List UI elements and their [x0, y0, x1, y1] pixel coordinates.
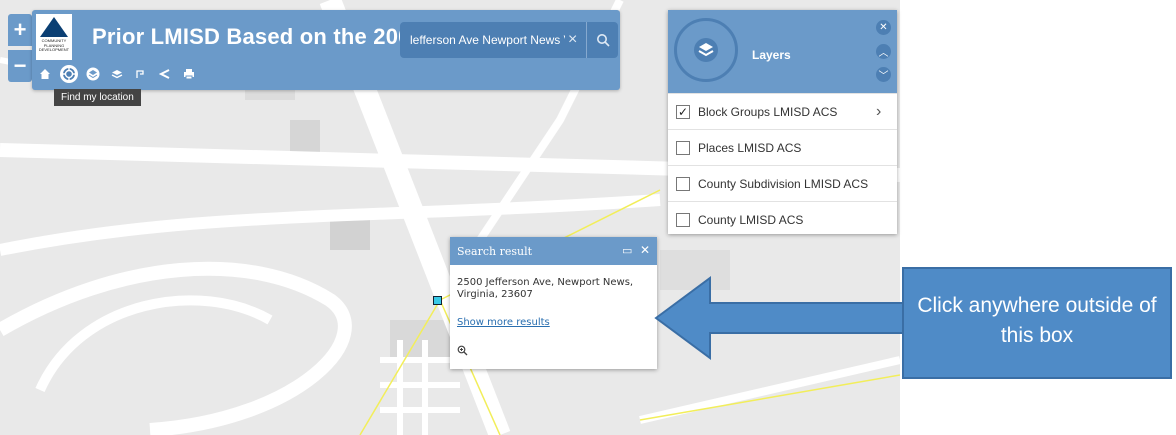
logo-mark-icon [40, 17, 68, 37]
instruction-callout: Click anywhere outside of this box [902, 267, 1172, 379]
maximize-icon[interactable]: ▭ [622, 244, 632, 257]
layers-panel: Layers ✕ ︿ ﹀ ✓ Block Groups LMISD ACS › … [668, 10, 897, 234]
measure-icon [136, 70, 144, 78]
layers-icon [86, 67, 100, 81]
layers-icon [694, 38, 718, 62]
expand-down-button[interactable]: ﹀ [876, 67, 891, 82]
layer-item-county[interactable]: County LMISD ACS [668, 201, 897, 238]
search-input[interactable] [400, 22, 565, 58]
zoom-out-label: − [13, 53, 27, 78]
home-icon [40, 69, 50, 79]
layer-checkbox[interactable] [676, 213, 690, 227]
layer-checkbox[interactable] [676, 177, 690, 191]
print-button[interactable] [180, 65, 198, 83]
close-icon: ✕ [879, 22, 888, 33]
widget-toolbar [36, 63, 198, 85]
share-button[interactable] [156, 65, 174, 83]
popup-header: Search result ▭ ✕ [450, 237, 657, 265]
close-panel-button[interactable]: ✕ [876, 20, 891, 35]
layer-label: Block Groups LMISD ACS [698, 105, 838, 119]
layers-title: Layers [752, 48, 791, 62]
layers-panel-header: Layers ✕ ︿ ﹀ [668, 10, 897, 93]
share-icon [159, 69, 170, 79]
layer-checkbox[interactable] [676, 141, 690, 155]
location-marker[interactable] [433, 296, 442, 305]
result-address: 2500 Jefferson Ave, Newport News, Virgin… [457, 277, 634, 300]
layer-label: County LMISD ACS [698, 213, 804, 227]
close-icon[interactable]: ✕ [640, 243, 650, 257]
print-icon [184, 69, 194, 80]
layer-checkbox-checked[interactable]: ✓ [676, 105, 690, 119]
locate-icon [62, 67, 76, 81]
measure-button[interactable] [132, 65, 150, 83]
layers-button[interactable] [84, 65, 102, 83]
basemap-button[interactable] [108, 65, 126, 83]
find-location-button[interactable] [60, 65, 78, 83]
search-result-popup: Search result ▭ ✕ 2500 Jefferson Ave, Ne… [450, 237, 657, 369]
zoom-to-icon[interactable] [457, 345, 468, 359]
chevron-down-icon: ﹀ [878, 71, 889, 82]
logo-text: COMMUNITY PLANNING DEVELOPMENT [38, 38, 70, 52]
hud-logo: COMMUNITY PLANNING DEVELOPMENT [36, 14, 72, 60]
callout-arrow-icon [654, 276, 905, 360]
layer-label: Places LMISD ACS [698, 141, 802, 155]
layer-item-block-groups[interactable]: ✓ Block Groups LMISD ACS › [668, 93, 897, 130]
search-box: × [400, 22, 618, 58]
collapse-up-button[interactable]: ︿ [876, 44, 891, 59]
tooltip: Find my location [54, 89, 141, 106]
layer-item-county-subdivision[interactable]: County Subdivision LMISD ACS [668, 165, 897, 202]
search-button[interactable] [586, 22, 619, 58]
app-header: COMMUNITY PLANNING DEVELOPMENT Prior LMI… [32, 10, 620, 90]
layer-label: County Subdivision LMISD ACS [698, 177, 869, 191]
zoom-in-label: + [13, 17, 27, 42]
chevron-up-icon: ︿ [878, 48, 889, 59]
zoom-in-button[interactable]: + [8, 14, 32, 46]
popup-title: Search result [457, 245, 533, 258]
search-icon [597, 34, 610, 47]
clear-search-icon[interactable]: × [568, 31, 577, 49]
show-more-results-link[interactable]: Show more results [457, 317, 550, 328]
layers-badge [674, 18, 738, 82]
home-button[interactable] [36, 65, 54, 83]
basemap-icon [111, 70, 123, 79]
zoom-out-button[interactable]: − [8, 50, 32, 82]
layer-item-places[interactable]: Places LMISD ACS [668, 129, 897, 166]
chevron-right-icon[interactable]: › [876, 103, 881, 121]
